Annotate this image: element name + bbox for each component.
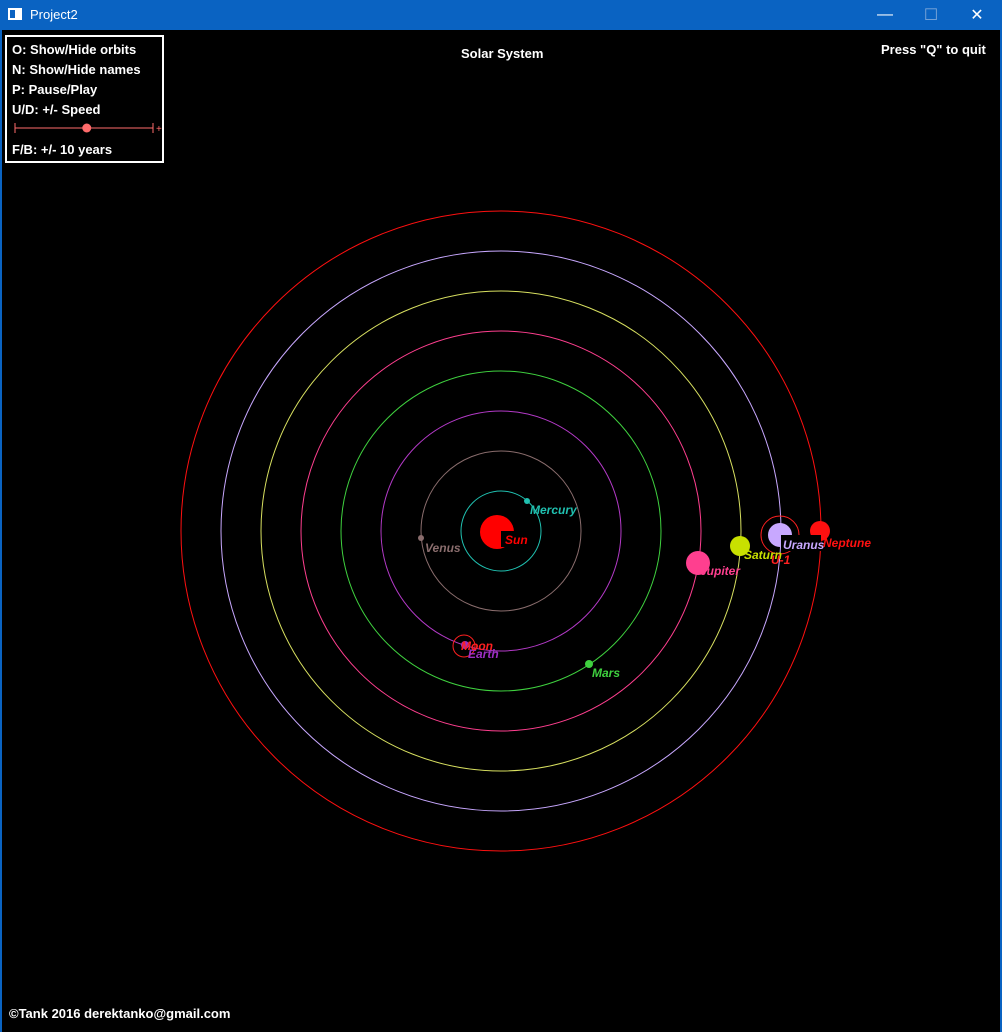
moon-name: Moon — [461, 639, 493, 653]
venus-body — [418, 535, 424, 541]
orbits-hint: O: Show/Hide orbits — [12, 42, 137, 57]
neptune-name: Neptune — [823, 536, 871, 550]
uranus-moon-name: U-1 — [771, 553, 791, 567]
sun-name: Sun — [505, 533, 528, 547]
quit-hint: Press "Q" to quit — [881, 42, 986, 57]
controls-panel: O: Show/Hide orbits N: Show/Hide names P… — [5, 35, 164, 163]
speed-hint: U/D: +/- Speed — [12, 102, 101, 117]
mercury-name: Mercury — [530, 503, 578, 517]
copyright-text: ©Tank 2016 derektanko@gmail.com — [9, 1006, 231, 1021]
venus-name: Venus — [425, 541, 461, 555]
speed-slider-knob[interactable] — [82, 123, 92, 133]
pause-hint: P: Pause/Play — [12, 82, 98, 97]
mars-name: Mars — [592, 666, 620, 680]
speed-slider-plus: + — [156, 124, 162, 135]
speed-slider[interactable]: + — [11, 121, 163, 135]
uranus-name: Uranus — [783, 538, 825, 552]
names-hint: N: Show/Hide names — [12, 62, 141, 77]
years-hint: F/B: +/- 10 years — [12, 142, 113, 157]
jupiter-name: Jupiter — [700, 564, 741, 578]
scene-title: Solar System — [461, 46, 544, 61]
